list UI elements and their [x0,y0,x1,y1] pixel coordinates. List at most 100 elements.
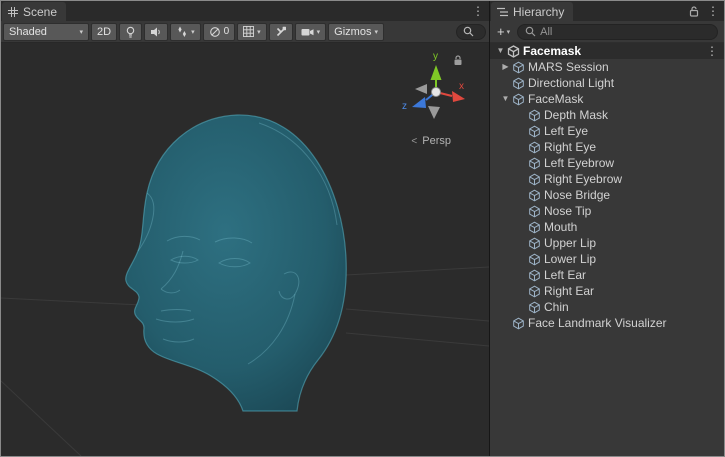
hierarchy-item[interactable]: Right Ear [490,283,724,299]
hierarchy-lock-icon[interactable] [689,6,699,17]
hierarchy-item[interactable]: Left Eye [490,123,724,139]
y-axis-cone[interactable] [431,65,442,80]
tab-hierarchy[interactable]: Hierarchy [491,2,573,21]
persp-label: Persp [422,135,451,147]
item-label: Left Eyebrow [544,156,614,170]
item-label: Left Ear [544,268,586,282]
gameobject-cube-icon [512,61,525,74]
chevron-down-icon: ▾ [317,28,321,36]
effects-sparkle-icon [176,26,188,38]
item-label: Nose Bridge [544,188,610,202]
hierarchy-panel: Hierarchy ⋮ + ▾ ▼ [490,1,724,456]
neg-x-axis-cone[interactable] [415,84,427,94]
gameobject-cube-icon [528,141,541,154]
hierarchy-search-input[interactable] [540,26,710,38]
gizmo-center-hub[interactable] [432,88,441,97]
hierarchy-item[interactable]: Upper Lip [490,235,724,251]
item-label: Upper Lip [544,236,596,250]
scene-tabbar: Scene ⋮ [1,1,489,21]
gameobject-cube-icon [528,189,541,202]
visibility-off-icon [209,26,221,38]
search-icon [525,26,536,37]
neg-y-axis-cone[interactable] [428,106,440,119]
tab-scene-label: Scene [23,5,57,19]
item-label: Mouth [544,220,577,234]
scene-grid-dropdown[interactable]: ▾ [237,23,267,41]
hierarchy-item[interactable]: Right Eye [490,139,724,155]
orientation-gizmo[interactable]: y x z [399,47,475,127]
item-label: Left Eye [544,124,588,138]
hierarchy-item[interactable]: Left Eyebrow [490,155,724,171]
shading-mode-label: Shaded [9,26,47,38]
hierarchy-panel-menu-icon[interactable]: ⋮ [705,1,721,21]
viewport-lock-icon[interactable] [453,55,463,66]
gameobject-cube-icon [528,205,541,218]
gameobject-cube-icon [528,125,541,138]
hidden-object-count: 0 [224,26,230,37]
chevron-down-icon: ▾ [79,28,83,36]
item-label: Right Eye [544,140,596,154]
scene-row-menu-icon[interactable]: ⋮ [704,41,720,61]
scene-name-label: Facemask [523,44,581,58]
hierarchy-item[interactable]: Depth Mask [490,107,724,123]
gizmos-dropdown[interactable]: Gizmos ▾ [328,23,384,41]
hierarchy-item[interactable]: ▼ FaceMask [490,91,724,107]
gameobject-cube-icon [528,221,541,234]
hierarchy-item[interactable]: Lower Lip [490,251,724,267]
hierarchy-item[interactable]: Mouth [490,219,724,235]
scene-camera-dropdown[interactable]: ▾ [295,23,327,41]
gameobject-cube-icon [528,157,541,170]
scene-visibility-toggle[interactable]: 0 [203,23,236,41]
2d-toggle-button[interactable]: 2D [91,23,117,41]
shading-mode-dropdown[interactable]: Shaded ▾ [3,23,89,41]
persp-toggle[interactable]: < Persp [411,135,451,147]
scene-effects-dropdown[interactable]: ▾ [170,23,201,41]
hierarchy-item[interactable]: Nose Tip [490,203,724,219]
scene-viewport[interactable]: y x z < [1,43,489,456]
hierarchy-list-icon [497,7,508,17]
hierarchy-item[interactable]: Nose Bridge [490,187,724,203]
scene-audio-toggle[interactable] [144,23,168,41]
hierarchy-item[interactable]: Right Eyebrow [490,171,724,187]
hierarchy-item[interactable]: ▶ MARS Session [490,59,724,75]
add-gameobject-button[interactable]: + ▾ [494,24,513,39]
gameobject-cube-icon [528,285,541,298]
gameobject-cube-icon [512,93,525,106]
foldout-arrow[interactable]: ▼ [499,91,512,107]
item-label: FaceMask [528,92,583,106]
gameobject-cube-icon [528,173,541,186]
persp-arrow-icon: < [411,136,417,147]
scene-lighting-toggle[interactable] [119,23,142,41]
face-mesh[interactable] [126,115,347,411]
scene-search-field[interactable] [456,24,486,40]
item-label: Depth Mask [544,108,608,122]
hierarchy-search-field[interactable] [517,24,718,40]
item-label: Lower Lip [544,252,596,266]
hierarchy-item[interactable]: Left Ear [490,267,724,283]
item-label: Right Eyebrow [544,172,622,186]
search-icon [463,26,474,37]
item-label: Nose Tip [544,204,591,218]
tab-scene[interactable]: Scene [2,2,66,21]
hierarchy-item[interactable]: Face Landmark Visualizer [490,315,724,331]
hierarchy-item[interactable]: Chin [490,299,724,315]
hierarchy-item[interactable]: Directional Light [490,75,724,91]
z-axis-cone[interactable] [412,97,426,108]
scene-tools-button[interactable] [269,23,293,41]
item-label: Face Landmark Visualizer [528,316,667,330]
unity-scene-icon [507,45,520,58]
foldout-arrow[interactable]: ▼ [494,43,507,59]
gameobject-cube-icon [528,301,541,314]
scene-panel-menu-icon[interactable]: ⋮ [470,1,486,21]
gameobject-cube-icon [512,317,525,330]
x-axis-cone[interactable] [452,91,465,102]
item-label: Directional Light [528,76,614,90]
scene-header-row[interactable]: ▼ Facemask ⋮ [490,43,724,59]
2d-toggle-label: 2D [97,26,111,38]
grid-icon [243,26,254,37]
foldout-arrow[interactable]: ▶ [499,59,512,75]
lightbulb-icon [125,26,136,38]
gameobject-cube-icon [528,269,541,282]
scene-panel: Scene ⋮ Shaded ▾ 2D [1,1,490,456]
gameobject-cube-icon [512,77,525,90]
